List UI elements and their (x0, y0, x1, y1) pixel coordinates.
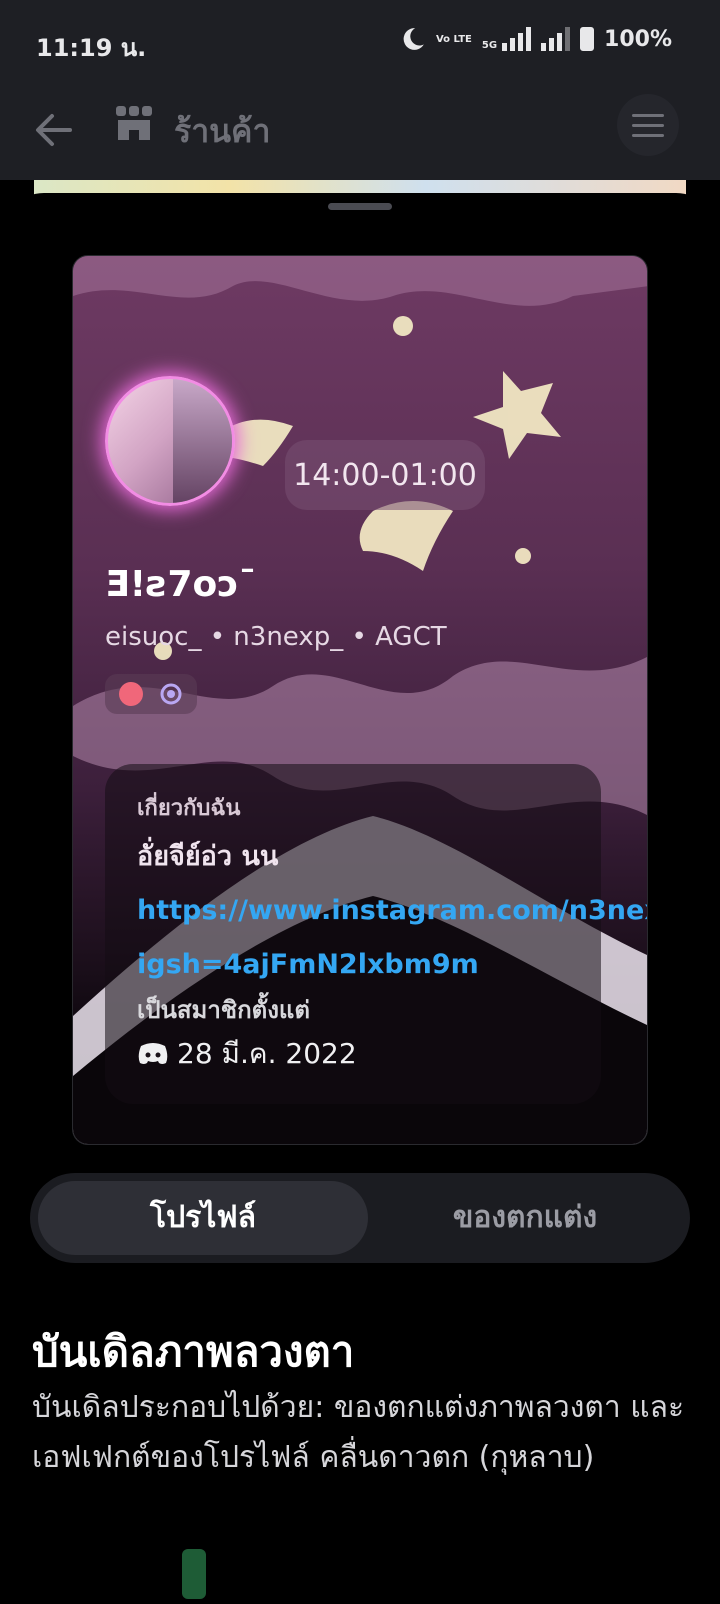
discord-icon (138, 1043, 168, 1064)
about-text: อั่ยจีย์อ่ว นน https://www.instagram.com… (137, 830, 647, 992)
member-since-label: เป็นสมาชิกตั้งแต่ (137, 996, 310, 1024)
about-me-card: เกี่ยวกับฉัน อั่ยจีย์อ่ว นน https://www.… (105, 764, 647, 1104)
member-since-date: 28 มี.ค. 2022 (137, 1032, 357, 1076)
signal-5g-icon: 5G (482, 27, 532, 51)
status-bar: 11:19 น. Vo LTE 5G 100% (0, 0, 720, 84)
bundle-detail-sheet: 14:00-01:00 Ǝ!ꙅ7oɔ¯ eisuoc_ • n3nexp_ • … (0, 193, 720, 1604)
status-time: 11:19 น. (36, 34, 147, 62)
app-bar: ร้านค้า (0, 84, 720, 180)
custom-status-bubble: 14:00-01:00 (285, 440, 485, 510)
battery-percent: 100% (604, 26, 672, 52)
display-name: Ǝ!ꙅ7oɔ¯ (105, 564, 257, 605)
do-not-disturb-moon-icon (403, 28, 424, 50)
shop-icon (116, 106, 152, 140)
page-title: ร้านค้า (174, 112, 271, 150)
sheet-drag-handle[interactable] (328, 203, 392, 210)
status-icons: Vo LTE 5G 100% (400, 26, 672, 52)
instagram-link[interactable]: https://www.instagram.com/n3nexp_?igsh=4… (137, 895, 647, 980)
about-heading: เกี่ยวกับฉัน (137, 796, 241, 821)
back-arrow-icon[interactable] (30, 106, 78, 154)
laurel-badge-icon (160, 683, 182, 705)
bundle-description: บันเดิลประกอบไปด้วย: ของตกแต่งภาพลวงตา แ… (32, 1390, 685, 1475)
bundle-title: บันเดิลภาพลวงตา (32, 1327, 355, 1376)
tab-profile[interactable]: โปรไฟล์ (38, 1181, 368, 1255)
battery-icon (580, 27, 595, 51)
signal-icon (541, 27, 571, 51)
profile-badges (105, 674, 197, 714)
username: eisuoc_ • n3nexp_ • AGCT (105, 622, 447, 652)
preview-tabs: โปรไฟล์ ของตกแต่ง (30, 1173, 690, 1263)
volte-icon: Vo LTE (435, 33, 472, 45)
profile-preview-card: 14:00-01:00 Ǝ!ꙅ7oɔ¯ eisuoc_ • n3nexp_ • … (72, 255, 648, 1145)
tab-decoration[interactable]: ของตกแต่ง (368, 1181, 682, 1255)
avatar (105, 376, 235, 506)
nitro-badge-icon (119, 682, 143, 706)
next-item-peek (182, 1549, 206, 1599)
custom-status-text: 14:00-01:00 (293, 458, 477, 493)
menu-button[interactable] (617, 94, 679, 156)
